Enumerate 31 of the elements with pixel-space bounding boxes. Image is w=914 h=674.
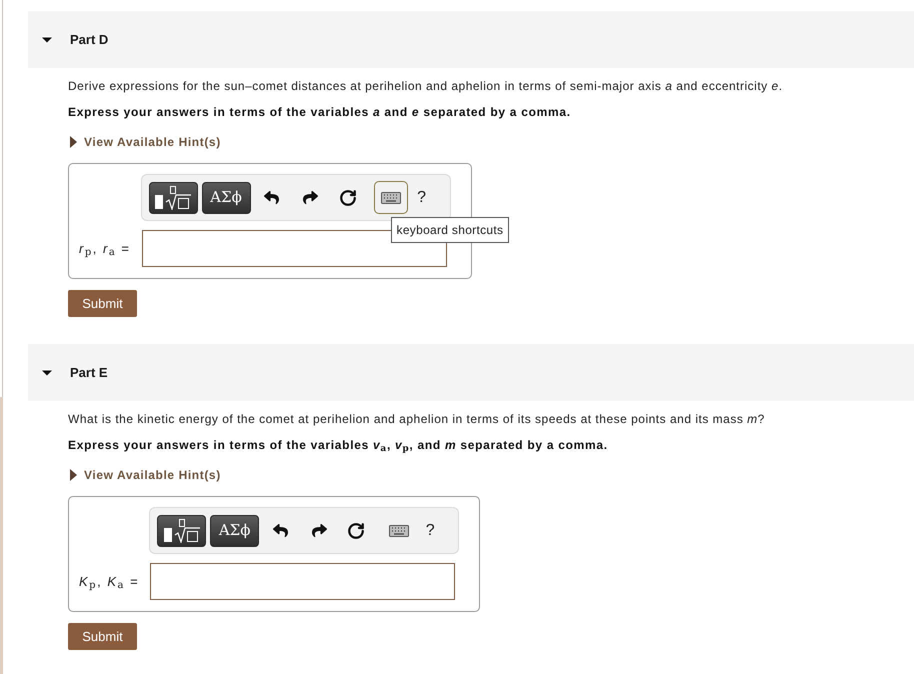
part-header[interactable]: Part D — [28, 11, 914, 68]
answer-input[interactable] — [150, 563, 456, 600]
help-button[interactable]: ? — [408, 182, 435, 214]
keyboard-icon — [389, 524, 410, 536]
instruction-text: Express your answers in terms of the variables a and e separated by a comma. — [68, 104, 572, 121]
undo-icon — [264, 190, 280, 205]
redo-icon — [312, 523, 327, 538]
tooltip: keyboard shortcuts — [390, 217, 510, 243]
symbols-button[interactable]: ΑΣϕ — [210, 514, 260, 546]
square-root-icon — [154, 186, 192, 210]
keyboard-button[interactable] — [374, 181, 408, 214]
submit-button[interactable]: Submit — [68, 290, 137, 317]
instruction-text: Express your answers in terms of the variables v$_{a}$, v$_{p}$, and m separated by a comma. — [68, 437, 609, 455]
keyboard-icon — [380, 192, 401, 204]
reset-icon — [338, 188, 357, 206]
answer-label: K$_{p}$, K$_{a}$ = — [79, 572, 140, 592]
reset-icon — [347, 522, 366, 540]
hint-link[interactable]: View Available Hint(s) — [68, 465, 221, 485]
question-text: Derive expressions for the sun–comet distances at perihelion and aphelion in terms of semi-major axis a and eccentricity e. — [68, 78, 784, 95]
answer-label: r$_{p}$, r$_{a}$ = — [79, 240, 131, 258]
templates-button[interactable] — [157, 514, 206, 546]
undo-icon — [272, 523, 288, 538]
submit-button[interactable]: Submit — [68, 623, 137, 650]
question-text: What is the kinetic energy of the comet at perihelion and aphelion in terms of its speeds at these points and its mass m? — [68, 411, 766, 428]
part-header[interactable]: Part E — [28, 344, 914, 401]
symbols-button[interactable]: ΑΣϕ — [202, 182, 251, 214]
square-root-icon — [162, 518, 201, 542]
help-button[interactable]: ? — [417, 514, 444, 546]
hint-link[interactable]: View Available Hint(s) — [68, 132, 221, 152]
templates-button[interactable] — [148, 182, 198, 214]
redo-icon — [303, 190, 318, 205]
